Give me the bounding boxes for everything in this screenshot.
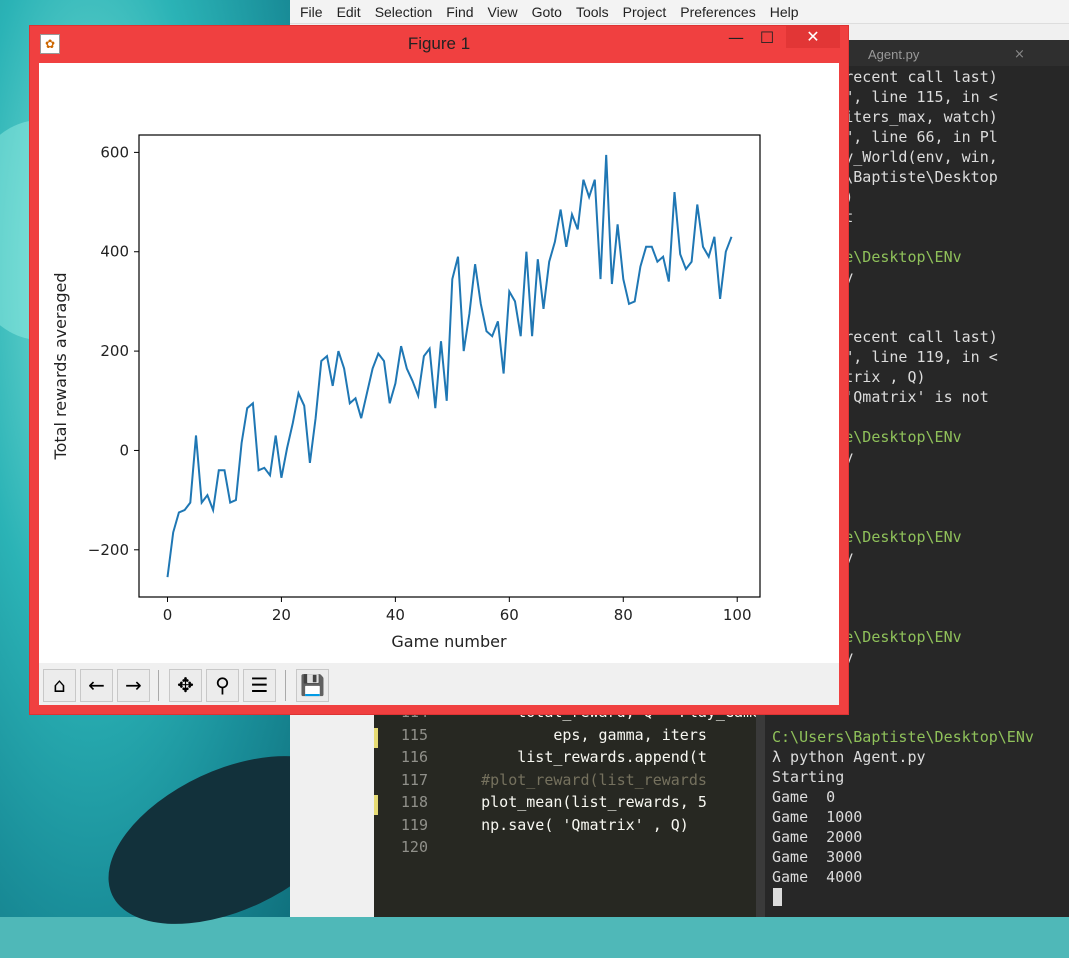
line-number: 120 [400,838,428,856]
line-number: 119 [400,815,428,834]
line-number: 116 [400,748,428,766]
y-tick-label: 0 [119,441,129,459]
line-chart[interactable]: 0 20 40 60 80 100 −2000200400600 Game number … [39,63,839,663]
menu-goto[interactable]: Goto [532,4,562,20]
terminal-line: Game 0 [772,788,836,806]
menu-edit[interactable]: Edit [337,4,361,20]
y-tick-label: −200 [88,541,129,559]
terminal-line: Game 1000 [772,808,863,826]
zoom-icon[interactable]: ⚲ [206,669,239,702]
menu-tools[interactable]: Tools [576,4,609,20]
code-line[interactable]: #plot_reward(list_rewards [445,771,756,789]
x-tick-label: 100 [723,606,752,624]
plot-area [138,134,761,598]
x-tick-label: 20 [272,606,291,624]
pan-icon[interactable]: ✥ [169,669,202,702]
save-icon[interactable]: 💾 [296,669,329,702]
terminal-line: C:\Users\Baptiste\Desktop\ENv [772,728,1034,746]
menu-preferences[interactable]: Preferences [680,4,755,20]
code-line[interactable]: list_rewards.append(t [445,748,756,766]
menu-selection[interactable]: Selection [375,4,433,20]
figure-toolbar [39,663,839,705]
modified-line-marker [374,728,378,748]
menu-view[interactable]: View [488,4,518,20]
menu-find[interactable]: Find [446,4,473,20]
y-tick-label: 600 [100,143,129,161]
terminal-line: Game 3000 [772,848,863,866]
x-tick-label: 60 [500,606,519,624]
toolbar-separator [158,670,159,701]
tab-close-icon[interactable]: × [1014,44,1025,66]
terminal-line: Game 4000 [772,868,863,886]
editor-menubar: File Edit Selection Find View Goto Tools Projec… [290,0,1069,24]
x-tick-label: 0 [163,606,173,624]
toolbar-separator [285,670,286,701]
menu-help[interactable]: Help [770,4,799,20]
code-line[interactable]: np.save( 'Qmatrix' , Q) [445,816,756,834]
maximize-button[interactable]: ☐ [745,26,789,50]
tab-agent-py[interactable]: Agent.py [853,44,1033,66]
configure-subplots-icon[interactable]: ☰ [243,669,276,702]
home-icon[interactable]: ⌂ [43,669,76,702]
modified-line-marker [374,795,378,815]
back-icon[interactable]: ← [80,669,113,702]
y-tick-label: 200 [100,342,129,360]
close-button[interactable]: ✕ [786,26,840,48]
menu-file[interactable]: File [300,4,323,20]
line-number: 117 [400,770,428,789]
x-tick-label: 80 [614,606,633,624]
terminal-line: λ python Agent.py [772,748,926,766]
line-number: 118 [400,793,428,811]
y-tick-label: 400 [100,243,129,261]
terminal-line: Game 2000 [772,828,863,846]
code-line[interactable]: plot_mean(list_rewards, 5 [445,793,756,811]
terminal-cursor [773,888,782,906]
terminal-line: Starting [772,768,845,786]
line-number: 115 [400,725,428,744]
forward-icon[interactable]: → [117,669,150,702]
code-line[interactable]: eps, gamma, iters [445,726,756,744]
x-tick-label: 40 [386,606,405,624]
x-axis-label: Game number [391,632,507,651]
pane-divider[interactable] [756,700,765,917]
menu-project[interactable]: Project [623,4,667,20]
y-axis-label: Total rewards averaged [51,273,70,461]
